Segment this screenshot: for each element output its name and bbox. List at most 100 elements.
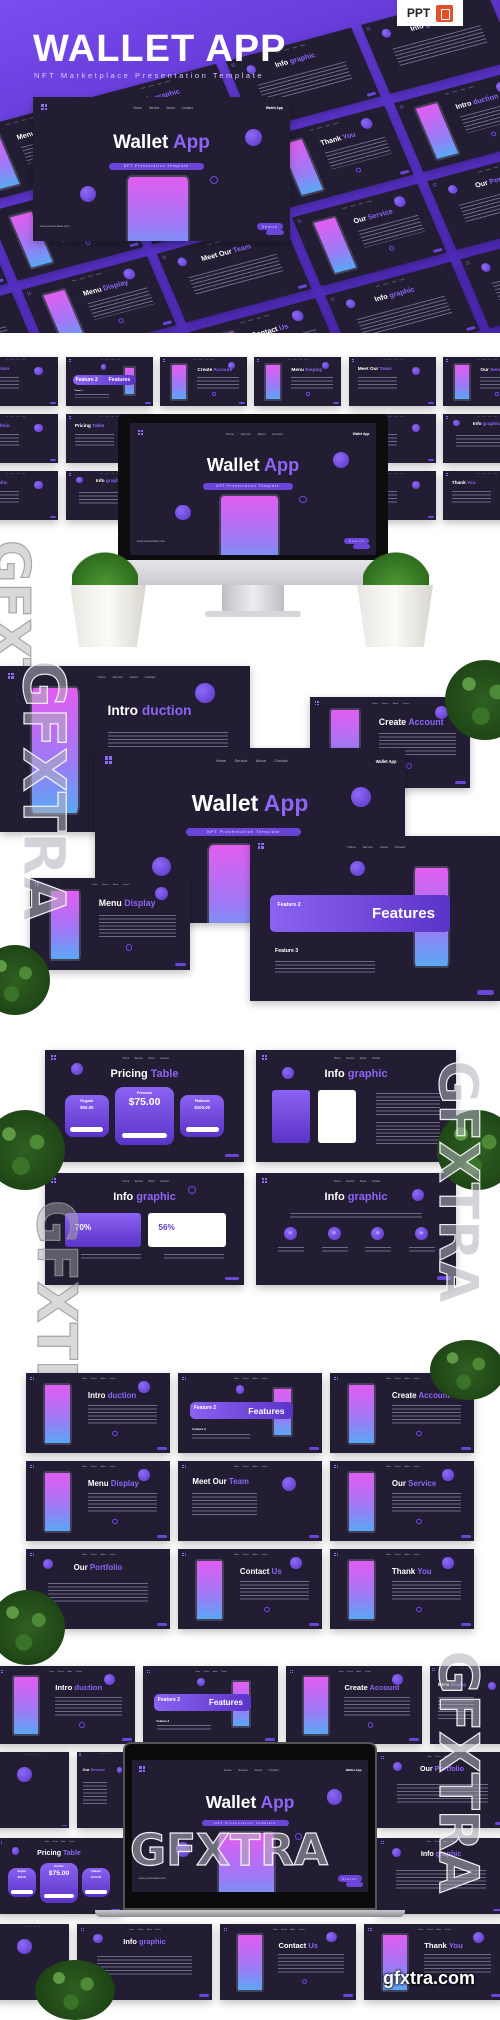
menu-grid-icon[interactable] (334, 1464, 338, 1469)
nav-item-contact[interactable]: Contact (366, 201, 372, 203)
nav-item-about[interactable]: About (157, 83, 161, 85)
next-button[interactable] (366, 92, 377, 97)
nav-item-about[interactable]: About (111, 360, 114, 361)
nav-item-home[interactable]: Home (273, 1929, 278, 1931)
nav-item-about[interactable]: About (111, 474, 114, 475)
nav-item-contact[interactable]: Contact (165, 81, 171, 83)
nav-item-about[interactable]: About (17, 417, 20, 418)
nav-item-contact[interactable]: Contact (365, 1671, 371, 1673)
nav-item-service[interactable]: Service (102, 884, 109, 886)
menu-grid-icon[interactable] (30, 1552, 34, 1557)
nav-item-about[interactable]: About (461, 89, 465, 91)
menu-grid-icon[interactable] (162, 359, 165, 362)
order-button[interactable] (44, 1894, 74, 1898)
menu-grid-icon[interactable] (182, 1464, 186, 1469)
nav-item-home[interactable]: Home (123, 1057, 130, 1060)
nav-item-home[interactable]: Home (386, 1554, 391, 1556)
nav-item-contact[interactable]: Contact (261, 1554, 267, 1556)
nav-item-service[interactable]: Service (395, 1554, 401, 1556)
next-button[interactable] (460, 1446, 471, 1450)
nav-item-about[interactable]: About (488, 417, 491, 418)
nav-item-home[interactable]: Home (82, 1378, 87, 1380)
menu-grid-icon[interactable] (68, 416, 71, 419)
nav-item-about[interactable]: About (256, 759, 266, 763)
nav-item-contact[interactable]: Contact (109, 1378, 115, 1380)
menu-grid-icon[interactable] (162, 255, 167, 259)
nav-item-home[interactable]: Home (133, 106, 142, 110)
next-button[interactable] (490, 1994, 500, 1997)
nav-item-about[interactable]: About (33, 1927, 35, 1928)
next-button[interactable] (238, 402, 245, 404)
nav-item-about[interactable]: About (257, 317, 261, 319)
nav-item-about[interactable]: About (488, 360, 491, 361)
nav-item-about[interactable]: About (253, 1466, 258, 1468)
nav-item-home[interactable]: Home (234, 1378, 239, 1380)
nav-item-about[interactable]: About (253, 1554, 258, 1556)
nav-item-contact[interactable]: Contact (399, 474, 403, 475)
nav-item-contact[interactable]: Contact (261, 1378, 267, 1380)
next-button[interactable] (399, 170, 410, 175)
nav-item-about[interactable]: About (293, 47, 297, 49)
menu-grid-icon[interactable] (257, 842, 264, 849)
nav-item-home[interactable]: Home (6, 417, 9, 418)
nav-item-service[interactable]: Service (235, 759, 248, 763)
nav-item-contact[interactable]: Contact (403, 703, 410, 705)
order-button[interactable] (70, 1126, 104, 1133)
next-button[interactable] (308, 1622, 319, 1626)
menu-grid-icon[interactable] (290, 1669, 294, 1673)
nav-item-service[interactable]: Service (346, 1180, 354, 1183)
nav-item-home[interactable]: Home (24, 1755, 26, 1756)
nav-item-home[interactable]: Home (100, 474, 103, 475)
nav-item-about[interactable]: About (17, 474, 20, 475)
nav-item-contact[interactable]: Contact (413, 1554, 419, 1556)
nav-item-home[interactable]: Home (372, 703, 377, 705)
nav-item-contact[interactable]: Contact (261, 1466, 267, 1468)
nav-item-contact[interactable]: Contact (182, 106, 193, 110)
menu-grid-icon[interactable] (465, 260, 470, 265)
nav-item-service[interactable]: Service (11, 474, 15, 475)
nav-item-service[interactable]: Service (388, 474, 392, 475)
nav-item-service[interactable]: Service (293, 360, 297, 361)
nav-item-service[interactable]: Service (11, 417, 15, 418)
nav-item-home[interactable]: Home (100, 360, 103, 361)
nav-item-contact[interactable]: Contact (468, 86, 474, 88)
menu-grid-icon[interactable] (445, 473, 448, 476)
next-button[interactable] (427, 402, 434, 404)
nav-item-contact[interactable]: Contact (155, 1929, 161, 1931)
nav-item-home[interactable]: Home (50, 1671, 55, 1673)
nav-item-service[interactable]: Service (347, 1671, 353, 1673)
nav-item-home[interactable]: Home (92, 884, 97, 886)
nav-item-service[interactable]: Service (388, 360, 392, 361)
search-button[interactable]: Search (337, 1875, 362, 1882)
nav-item-contact[interactable]: Contact (22, 360, 26, 361)
nav-item-about[interactable]: About (166, 106, 174, 110)
nav-item-contact[interactable]: Contact (109, 1754, 111, 1755)
nav-item-service[interactable]: Service (281, 1929, 287, 1931)
next-button[interactable] (199, 1994, 209, 1997)
menu-grid-icon[interactable] (297, 218, 302, 223)
nav-item-contact[interactable]: Contact (272, 432, 283, 436)
nav-item-service[interactable]: Service (350, 205, 356, 207)
menu-grid-icon[interactable] (445, 416, 448, 419)
menu-grid-icon[interactable] (262, 1178, 267, 1184)
nav-item-contact[interactable]: Contact (145, 675, 156, 679)
next-button[interactable] (460, 1534, 471, 1538)
nav-item-home[interactable]: Home (98, 675, 106, 679)
nav-item-contact[interactable]: Contact (400, 279, 406, 281)
nav-item-about[interactable]: About (205, 360, 208, 361)
nav-item-service[interactable]: Service (105, 360, 109, 361)
nav-item-home[interactable]: Home (194, 360, 197, 361)
menu-grid-icon[interactable] (334, 1552, 338, 1557)
nav-item-service[interactable]: Service (138, 1929, 144, 1931)
nav-item-home[interactable]: Home (348, 845, 356, 849)
nav-item-contact[interactable]: Contact (304, 360, 308, 361)
nav-item-about[interactable]: About (113, 884, 118, 886)
nav-item-about[interactable]: About (101, 1466, 106, 1468)
nav-item-home[interactable]: Home (477, 474, 480, 475)
nav-item-contact[interactable]: Contact (333, 123, 339, 125)
next-button[interactable] (455, 781, 467, 785)
nav-item-service[interactable]: Service (243, 1466, 249, 1468)
search-button[interactable]: Search (257, 223, 283, 230)
nav-item-about[interactable]: About (360, 1180, 367, 1183)
nav-item-contact[interactable]: Contact (399, 417, 403, 418)
